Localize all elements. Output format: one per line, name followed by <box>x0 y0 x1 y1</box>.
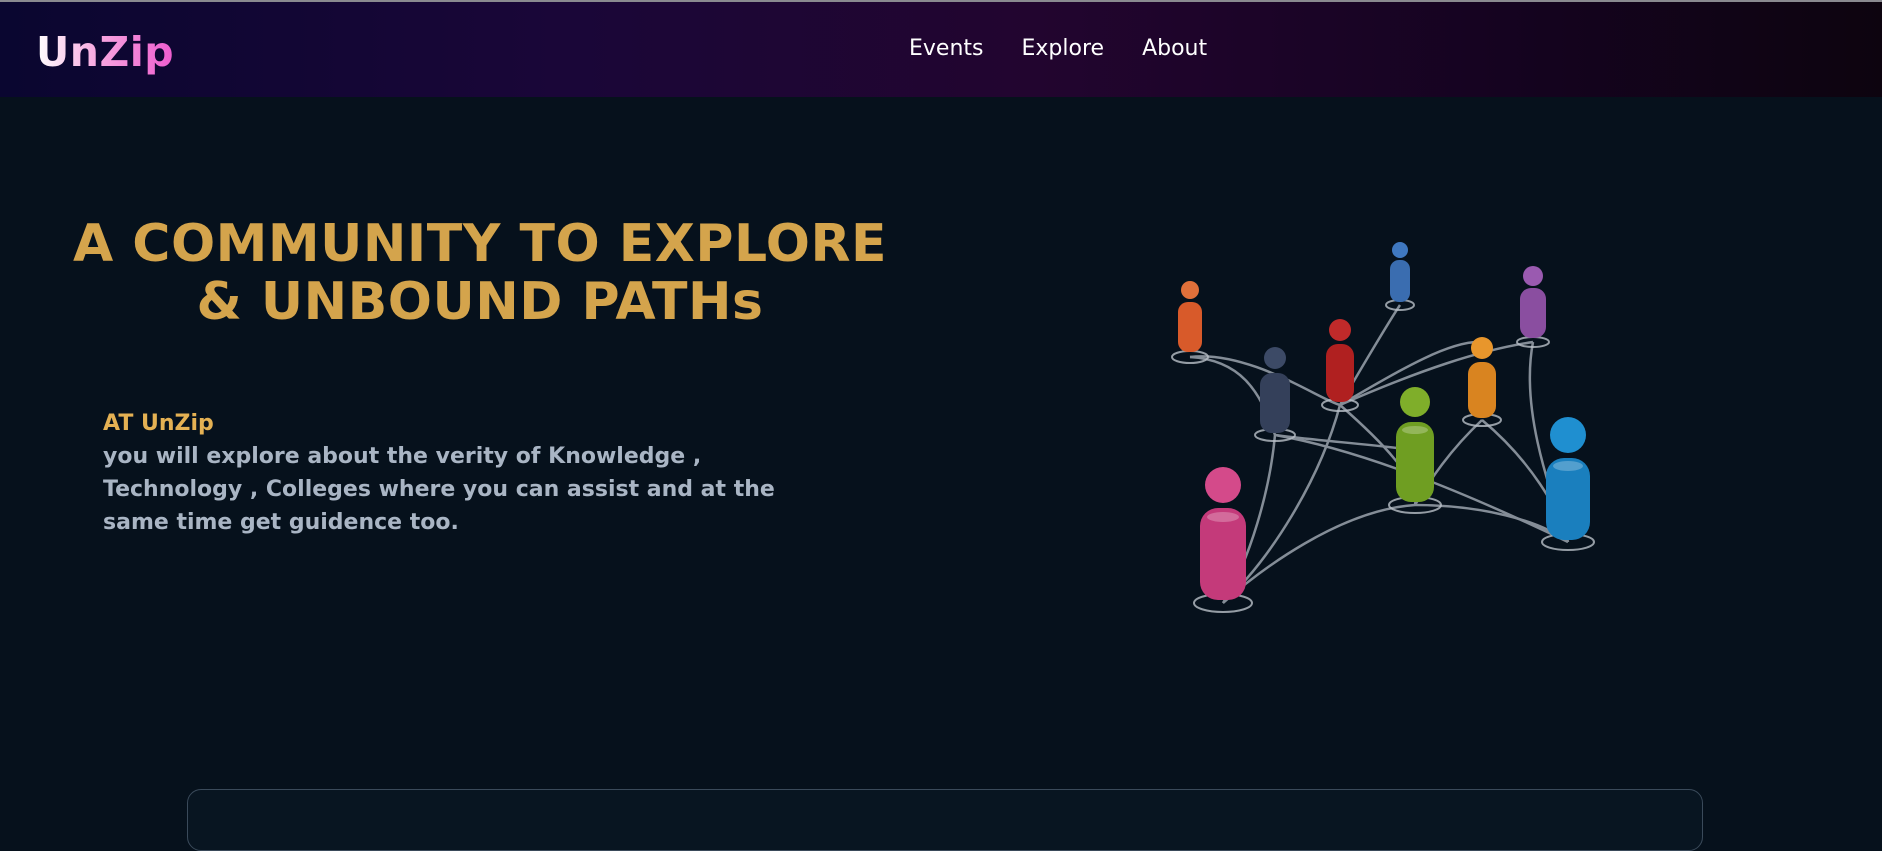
nav-link-explore[interactable]: Explore <box>1022 36 1105 61</box>
hero-title-line1: A COMMUNITY TO EXPLORE <box>72 214 888 274</box>
navbar: UnZip Events Explore About <box>0 2 1882 97</box>
nav-link-events[interactable]: Events <box>909 36 984 61</box>
hero-lead: AT UnZip <box>103 411 214 436</box>
hero-description: AT UnZip you will explore about the veri… <box>103 407 823 539</box>
nav-link-about[interactable]: About <box>1142 36 1207 61</box>
hero-title: A COMMUNITY TO EXPLORE & UNBOUND PATHs <box>60 215 900 331</box>
hero-title-line2: & UNBOUND PATHs <box>196 272 764 332</box>
hero-body: you will explore about the verity of Kno… <box>103 444 775 535</box>
site-logo[interactable]: UnZip <box>36 28 174 76</box>
people-network-icon <box>1160 230 1660 650</box>
content-card <box>187 789 1703 851</box>
main-nav: Events Explore About <box>909 36 1207 61</box>
